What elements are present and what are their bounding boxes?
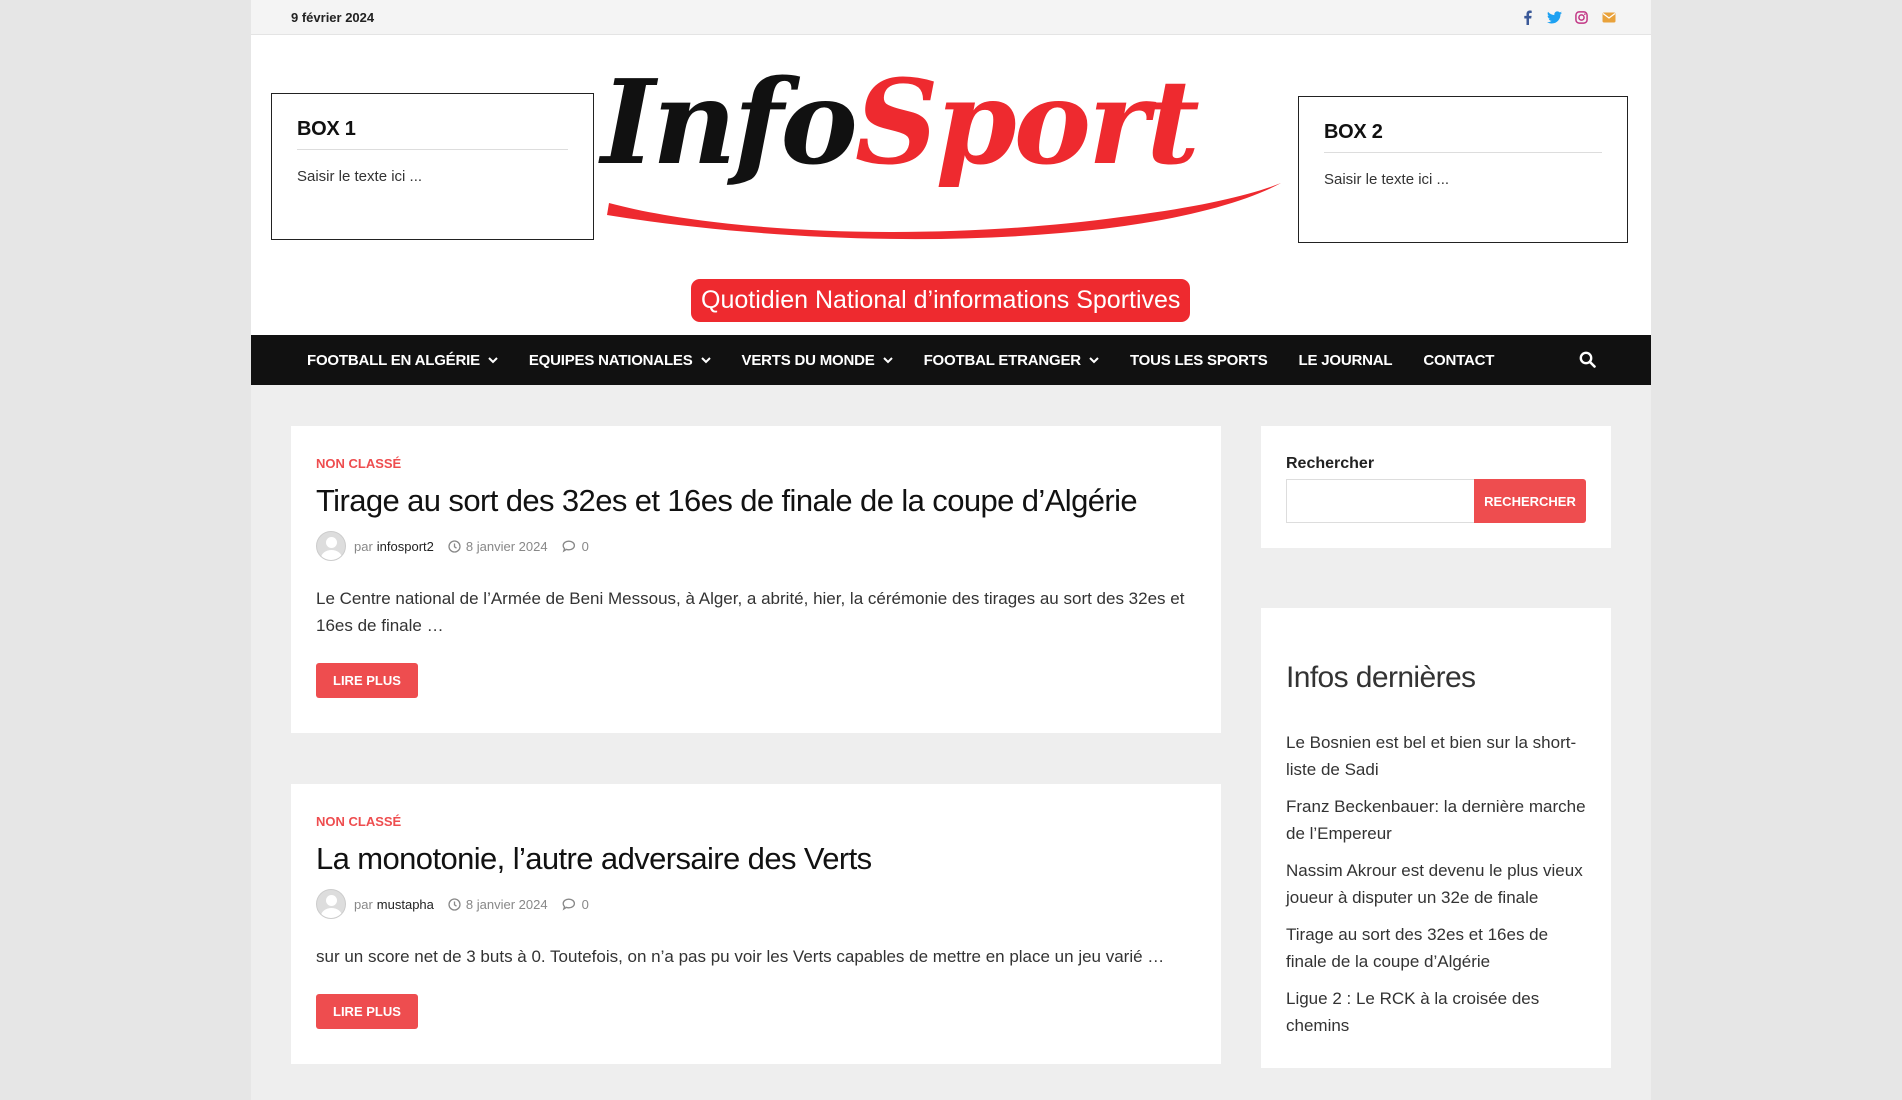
box-2-text: Saisir le texte ici ... [1324,171,1450,188]
latest-news-item[interactable]: Nassim Akrour est devenu le plus vieux j… [1286,857,1586,911]
post-meta: par infosport2 8 janvier 2024 0 [316,531,1196,561]
site-header: BOX 1 Saisir le texte ici ... InfoSport … [251,35,1651,335]
latest-news-item[interactable]: Ligue 2 : Le RCK à la croisée des chemin… [1286,985,1586,1039]
chevron-down-icon [1089,356,1099,364]
comment-icon [562,540,577,553]
chevron-down-icon [700,356,711,364]
latest-news-item[interactable]: Franz Beckenbauer: la dernière marche de… [1286,793,1586,847]
latest-news-widget: Infos dernières Le Bosnien est bel et bi… [1261,608,1611,1068]
latest-news-item[interactable]: Tirage au sort des 32es et 16es de final… [1286,921,1586,975]
facebook-icon[interactable] [1520,10,1535,25]
post-author[interactable]: mustapha [377,897,434,912]
logo-sport: Sport [854,55,1200,191]
nav-item-label: FOOTBAL ETRANGER [923,351,1082,369]
instagram-icon[interactable] [1574,10,1589,25]
logo-wordmark: InfoSport [601,65,1200,181]
post-card: NON CLASSÉ La monotonie, l’autre adversa… [291,784,1221,1064]
nav-item-football-en-algerie[interactable]: FOOTBALL EN ALGÉRIE [307,352,498,369]
latest-news-item[interactable]: Le Bosnien est bel et bien sur la short-… [1286,729,1586,783]
post-date[interactable]: 8 janvier 2024 [466,897,548,912]
chevron-down-icon [882,356,893,364]
post-meta: par mustapha 8 janvier 2024 0 [316,889,1196,919]
search-form: RECHERCHER [1286,479,1586,523]
logo-tagline: Quotidien National d’informations Sporti… [691,279,1191,322]
logo-info: Info [601,55,858,191]
search-input[interactable] [1286,479,1474,523]
by-label: par [354,896,373,912]
search-label: Rechercher [1286,455,1375,472]
twitter-icon[interactable] [1547,10,1562,25]
nav-item-label: CONTACT [1423,351,1495,369]
post-category[interactable]: NON CLASSÉ [316,814,1196,829]
nav-item-contact[interactable]: CONTACT [1423,352,1494,369]
mail-icon[interactable] [1601,10,1616,25]
clock-icon [448,897,461,911]
post-title[interactable]: La monotonie, l’autre adversaire des Ver… [316,841,1196,877]
comment-count[interactable]: 0 [582,539,589,554]
social-links [1520,10,1616,25]
box-1-widget: BOX 1 Saisir le texte ici ... [271,93,594,240]
post-card: NON CLASSÉ Tirage au sort des 32es et 16… [291,426,1221,733]
by-label: par [354,538,373,554]
nav-item-label: TOUS LES SPORTS [1129,351,1268,369]
box-1-title: BOX 1 [297,118,568,150]
latest-news-list: Le Bosnien est bel et bien sur la short-… [1286,729,1586,1039]
clock-icon [448,539,461,553]
nav-item-le-journal[interactable]: LE JOURNAL [1299,352,1393,369]
author-avatar [316,531,346,561]
post-category[interactable]: NON CLASSÉ [316,456,1196,471]
nav-item-label: FOOTBALL EN ALGÉRIE [307,351,480,369]
author-avatar [316,889,346,919]
post-excerpt: Le Centre national de l’Armée de Beni Me… [316,589,1185,635]
post-date[interactable]: 8 janvier 2024 [466,539,548,554]
nav-item-label: VERTS DU MONDE [741,351,875,369]
nav-item-equipes-nationales[interactable]: EQUIPES NATIONALES [529,352,711,369]
post-title[interactable]: Tirage au sort des 32es et 16es de final… [316,483,1196,519]
post-author[interactable]: infosport2 [377,539,434,554]
nav-item-footbal-etranger[interactable]: FOOTBAL ETRANGER [924,352,1099,369]
site-logo[interactable]: InfoSport [601,65,1291,280]
nav-item-verts-du-monde[interactable]: VERTS DU MONDE [742,352,893,369]
page: 9 février 2024 BOX 1 Saisir le texte ici… [251,0,1651,1100]
box-1-text: Saisir le texte ici ... [297,168,423,185]
search-icon[interactable] [1579,351,1596,373]
sidebar-search-widget: Rechercher RECHERCHER [1261,426,1611,548]
read-more-button[interactable]: LIRE PLUS [316,663,418,698]
nav-item-label: LE JOURNAL [1298,351,1393,369]
nav-item-tous-les-sports[interactable]: TOUS LES SPORTS [1130,352,1268,369]
chevron-down-icon [488,356,498,364]
post-excerpt: sur un score net de 3 buts à 0. Toutefoi… [316,947,1165,966]
current-date: 9 février 2024 [291,9,375,25]
top-bar: 9 février 2024 [251,0,1651,35]
latest-news-title: Infos dernières [1286,661,1476,694]
box-2-title: BOX 2 [1324,121,1602,153]
search-button[interactable]: RECHERCHER [1474,479,1586,523]
main-navigation: FOOTBALL EN ALGÉRIE EQUIPES NATIONALES V… [251,335,1651,385]
nav-item-label: EQUIPES NATIONALES [528,351,693,369]
comment-icon [562,898,577,911]
box-2-widget: BOX 2 Saisir le texte ici ... [1298,96,1628,243]
read-more-button[interactable]: LIRE PLUS [316,994,418,1029]
comment-count[interactable]: 0 [582,897,589,912]
